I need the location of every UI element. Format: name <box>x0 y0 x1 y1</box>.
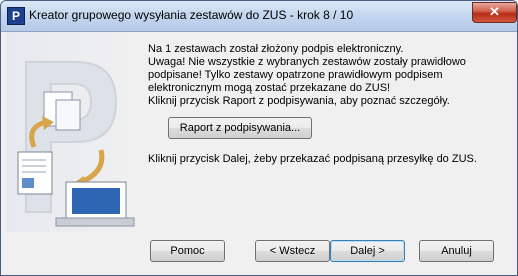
wizard-illustration <box>6 32 136 232</box>
wizard-content: Na 1 zestawach został złożony podpis ele… <box>6 32 512 270</box>
help-button[interactable]: Pomoc <box>150 240 225 262</box>
close-button[interactable]: ✕ <box>472 2 517 23</box>
wizard-window: P Kreator grupowego wysyłania zestawów d… <box>0 0 518 276</box>
title-bar[interactable]: P Kreator grupowego wysyłania zestawów d… <box>1 1 517 32</box>
report-button[interactable]: Raport z podpisywania... <box>168 117 312 139</box>
signed-count-text: Na 1 zestawach został złożony podpis ele… <box>148 43 404 55</box>
report-hint-text: Kliknij przycisk Raport z podpisywania, … <box>148 95 450 107</box>
app-icon: P <box>7 7 25 25</box>
close-icon: ✕ <box>489 4 500 19</box>
back-button[interactable]: < Wstecz <box>255 240 330 262</box>
cancel-button[interactable]: Anuluj <box>419 240 494 262</box>
warning-text: Uwaga! Nie wszystkie z wybranych zestawó… <box>148 56 466 94</box>
signing-message: Na 1 zestawach został złożony podpis ele… <box>148 43 478 108</box>
window-title: Kreator grupowego wysyłania zestawów do … <box>29 8 354 22</box>
next-button[interactable]: Dalej > <box>330 240 405 262</box>
next-info-text: Kliknij przycisk Dalej, żeby przekazać p… <box>148 153 477 165</box>
